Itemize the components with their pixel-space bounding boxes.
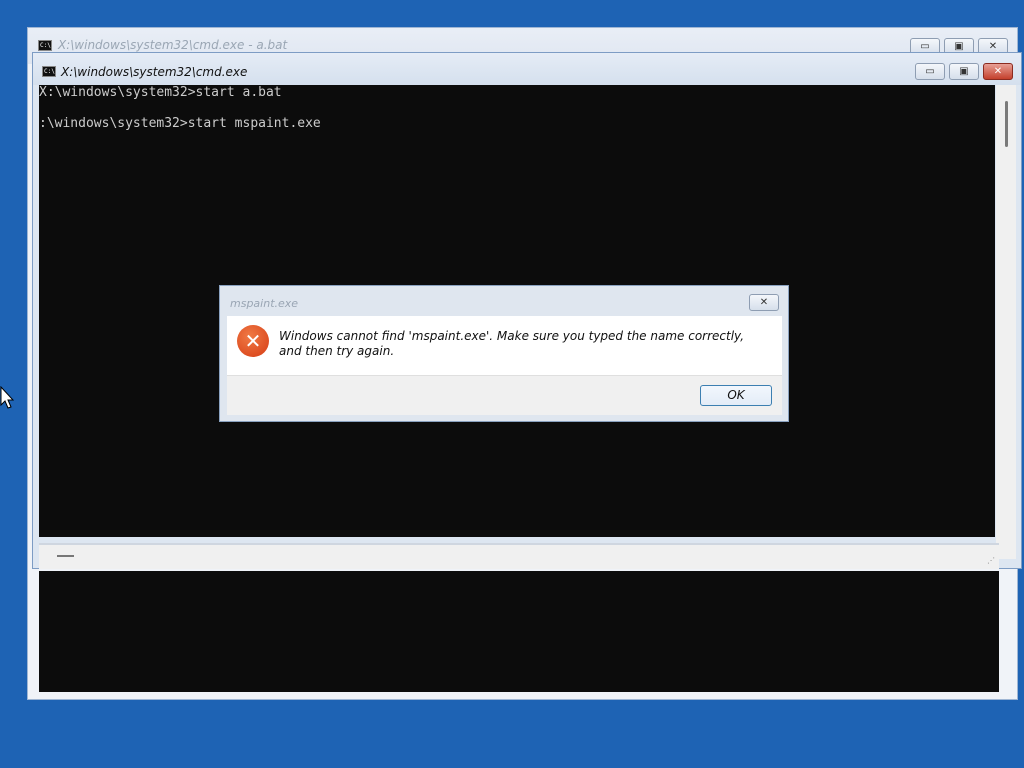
mouse-cursor-icon	[0, 386, 14, 409]
minimize-button[interactable]: ▭	[915, 63, 945, 80]
horizontal-scrollbar[interactable]: ⋰	[39, 543, 999, 569]
console-text: X:\windows\system32>start a.bat :\window…	[39, 85, 321, 131]
dialog-body: ✕ Windows cannot find 'mspaint.exe'. Mak…	[227, 316, 782, 415]
cmd-window-titlebar[interactable]: C:\ X:\windows\system32\cmd.exe ▭ ▣ ✕	[33, 53, 1021, 85]
background-console-area[interactable]	[39, 571, 999, 692]
vertical-scroll-thumb[interactable]	[1005, 101, 1008, 147]
background-window-title: X:\windows\system32\cmd.exe - a.bat	[58, 38, 288, 52]
resize-grip-icon[interactable]: ⋰	[987, 556, 995, 565]
error-icon: ✕	[237, 325, 269, 357]
error-dialog[interactable]: mspaint.exe ✕ ✕ Windows cannot find 'msp…	[219, 285, 789, 422]
ok-button[interactable]: OK	[700, 385, 772, 406]
horizontal-scroll-thumb[interactable]	[57, 555, 74, 557]
cmd-icon: C:\	[42, 66, 56, 77]
vertical-scrollbar[interactable]	[996, 85, 1016, 559]
dialog-message: Windows cannot find 'mspaint.exe'. Make …	[279, 329, 745, 358]
cmd-icon: C:\	[38, 40, 52, 51]
maximize-button[interactable]: ▣	[949, 63, 979, 80]
dialog-footer	[227, 375, 782, 415]
dialog-title: mspaint.exe	[230, 297, 299, 310]
close-button[interactable]: ✕	[983, 63, 1013, 80]
dialog-close-button[interactable]: ✕	[749, 294, 779, 311]
cmd-window-title: X:\windows\system32\cmd.exe	[61, 65, 248, 79]
